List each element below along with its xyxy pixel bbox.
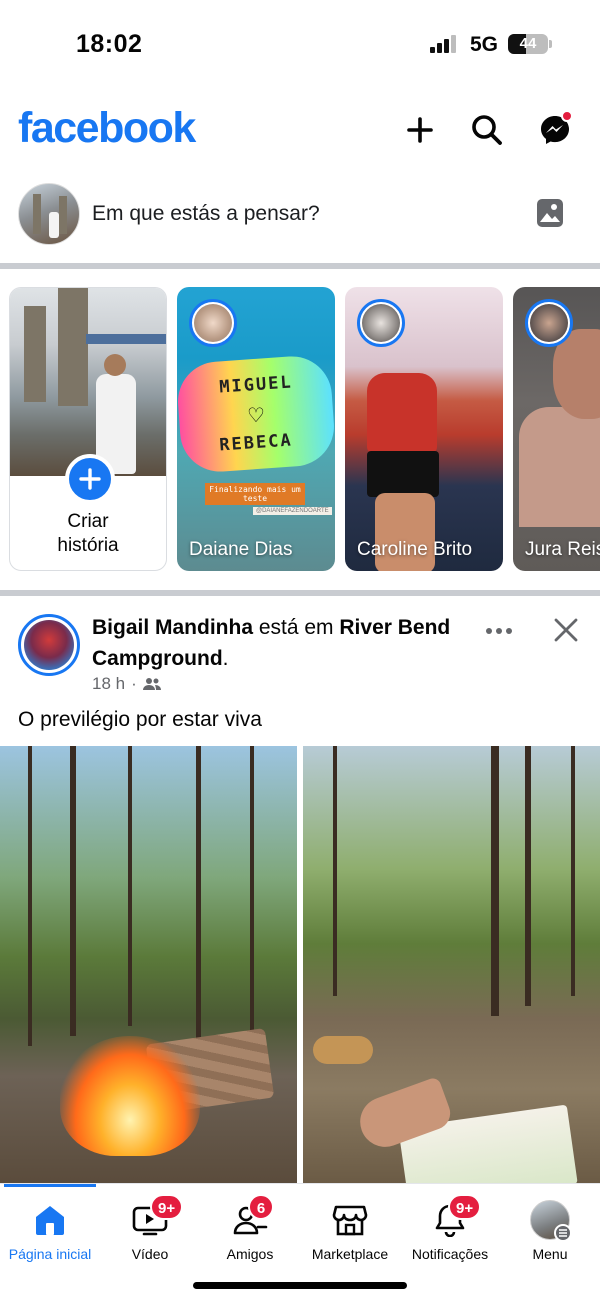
story-avatar bbox=[189, 299, 237, 347]
status-time: 18:02 bbox=[76, 30, 143, 58]
messenger-button[interactable] bbox=[533, 108, 577, 152]
friends-icon bbox=[142, 678, 161, 690]
create-story-label-line1: Criar bbox=[67, 511, 109, 532]
tab-label: Vídeo bbox=[131, 1246, 169, 1262]
story-card[interactable]: MIGUEL ♡ REBECA Finalizando mais um test… bbox=[177, 287, 335, 571]
close-icon bbox=[554, 618, 578, 642]
search-icon bbox=[472, 115, 502, 145]
post-place-suffix: . bbox=[222, 647, 229, 670]
story-figure bbox=[519, 407, 600, 527]
post-hide-button[interactable] bbox=[552, 616, 580, 649]
friends-badge: 6 bbox=[248, 1194, 274, 1220]
story-avatar bbox=[357, 299, 405, 347]
section-divider bbox=[0, 263, 600, 269]
notifications-badge: 9+ bbox=[448, 1194, 482, 1220]
story-name: Daiane Dias bbox=[189, 539, 293, 560]
menu-avatar bbox=[530, 1200, 572, 1242]
facebook-logo[interactable]: facebook bbox=[18, 104, 196, 153]
network-label: 5G bbox=[470, 33, 499, 56]
battery-cap bbox=[549, 40, 552, 48]
post-header: Bigail Mandinha está em River Bend Campg… bbox=[0, 598, 600, 708]
post-author-name[interactable]: Bigail Mandinha bbox=[92, 616, 253, 639]
composer[interactable]: Em que estás a pensar? bbox=[0, 180, 600, 264]
create-story-label-line2: história bbox=[57, 535, 119, 556]
status-bar: 18:02 5G 44 bbox=[0, 0, 600, 90]
post-meta-separator: · bbox=[131, 674, 137, 693]
create-story-photo bbox=[10, 288, 166, 476]
bottom-tab-bar: Página inicial 9+ Vídeo 6 Amigos Marketp… bbox=[0, 1183, 600, 1273]
heart-icon: ♡ bbox=[247, 405, 265, 427]
tab-label: Menu bbox=[532, 1246, 568, 1262]
tab-label: Marketplace bbox=[311, 1246, 389, 1262]
marketplace-icon bbox=[330, 1200, 370, 1240]
tab-friends[interactable]: 6 Amigos bbox=[200, 1194, 300, 1268]
story-figure-shorts bbox=[367, 451, 439, 497]
signal-icon bbox=[430, 35, 462, 53]
story-name: Caroline Brito bbox=[357, 539, 473, 560]
post-photos[interactable] bbox=[0, 746, 600, 1186]
story-tag: @DAIANEFAZENDOARTE bbox=[253, 507, 332, 515]
search-button[interactable] bbox=[465, 108, 509, 152]
home-icon bbox=[30, 1200, 70, 1240]
post-meta: 18 h · bbox=[92, 674, 161, 694]
story-avatar bbox=[525, 299, 573, 347]
post-verb: está em bbox=[253, 616, 340, 639]
tab-menu[interactable]: Menu bbox=[500, 1194, 600, 1268]
tab-label: Amigos bbox=[226, 1246, 274, 1262]
profile-avatar[interactable] bbox=[18, 183, 80, 245]
photo-button[interactable] bbox=[536, 197, 564, 234]
story-card[interactable]: Jura Reis bbox=[513, 287, 600, 571]
active-tab-indicator bbox=[4, 1184, 96, 1187]
battery-level: 44 bbox=[519, 35, 537, 52]
tab-video[interactable]: 9+ Vídeo bbox=[100, 1194, 200, 1268]
video-badge: 9+ bbox=[150, 1194, 184, 1220]
story-caption: Finalizando mais um teste bbox=[205, 483, 305, 505]
stories-tray[interactable]: Criar história MIGUEL ♡ REBECA Finalizan… bbox=[0, 287, 600, 572]
tab-notifications[interactable]: 9+ Notificações bbox=[400, 1194, 500, 1268]
story-card[interactable]: Caroline Brito bbox=[345, 287, 503, 571]
composer-placeholder[interactable]: Em que estás a pensar? bbox=[92, 202, 320, 226]
post-author-avatar[interactable] bbox=[18, 614, 80, 676]
plus-icon bbox=[79, 468, 101, 490]
post-time[interactable]: 18 h bbox=[92, 674, 125, 694]
post-text: O previlégio por estar viva bbox=[18, 708, 262, 731]
create-story-card[interactable]: Criar história bbox=[9, 287, 167, 571]
create-button[interactable] bbox=[398, 108, 442, 152]
section-divider bbox=[0, 590, 600, 596]
home-indicator[interactable] bbox=[193, 1282, 407, 1289]
photo-icon bbox=[537, 199, 563, 227]
plus-icon bbox=[407, 117, 433, 143]
add-story-button[interactable] bbox=[65, 454, 115, 504]
story-figure bbox=[367, 373, 437, 453]
tab-home[interactable]: Página inicial bbox=[0, 1194, 100, 1268]
story-name: Jura Reis bbox=[525, 539, 600, 560]
menu-icon bbox=[554, 1224, 572, 1242]
post-more-button[interactable] bbox=[485, 622, 513, 640]
messenger-badge bbox=[561, 110, 573, 122]
more-icon bbox=[486, 628, 512, 634]
create-story-label: Criar história bbox=[10, 510, 166, 558]
dog bbox=[313, 1036, 373, 1064]
post-photo-campfire[interactable] bbox=[0, 746, 297, 1186]
tab-marketplace[interactable]: Marketplace bbox=[300, 1194, 400, 1268]
battery-icon: 44 bbox=[508, 34, 548, 54]
post-photo-reading[interactable] bbox=[303, 746, 600, 1186]
post-author-line: Bigail Mandinha está em River Bend Campg… bbox=[92, 612, 472, 674]
tab-label: Notificações bbox=[411, 1246, 489, 1262]
campfire bbox=[60, 1036, 200, 1156]
